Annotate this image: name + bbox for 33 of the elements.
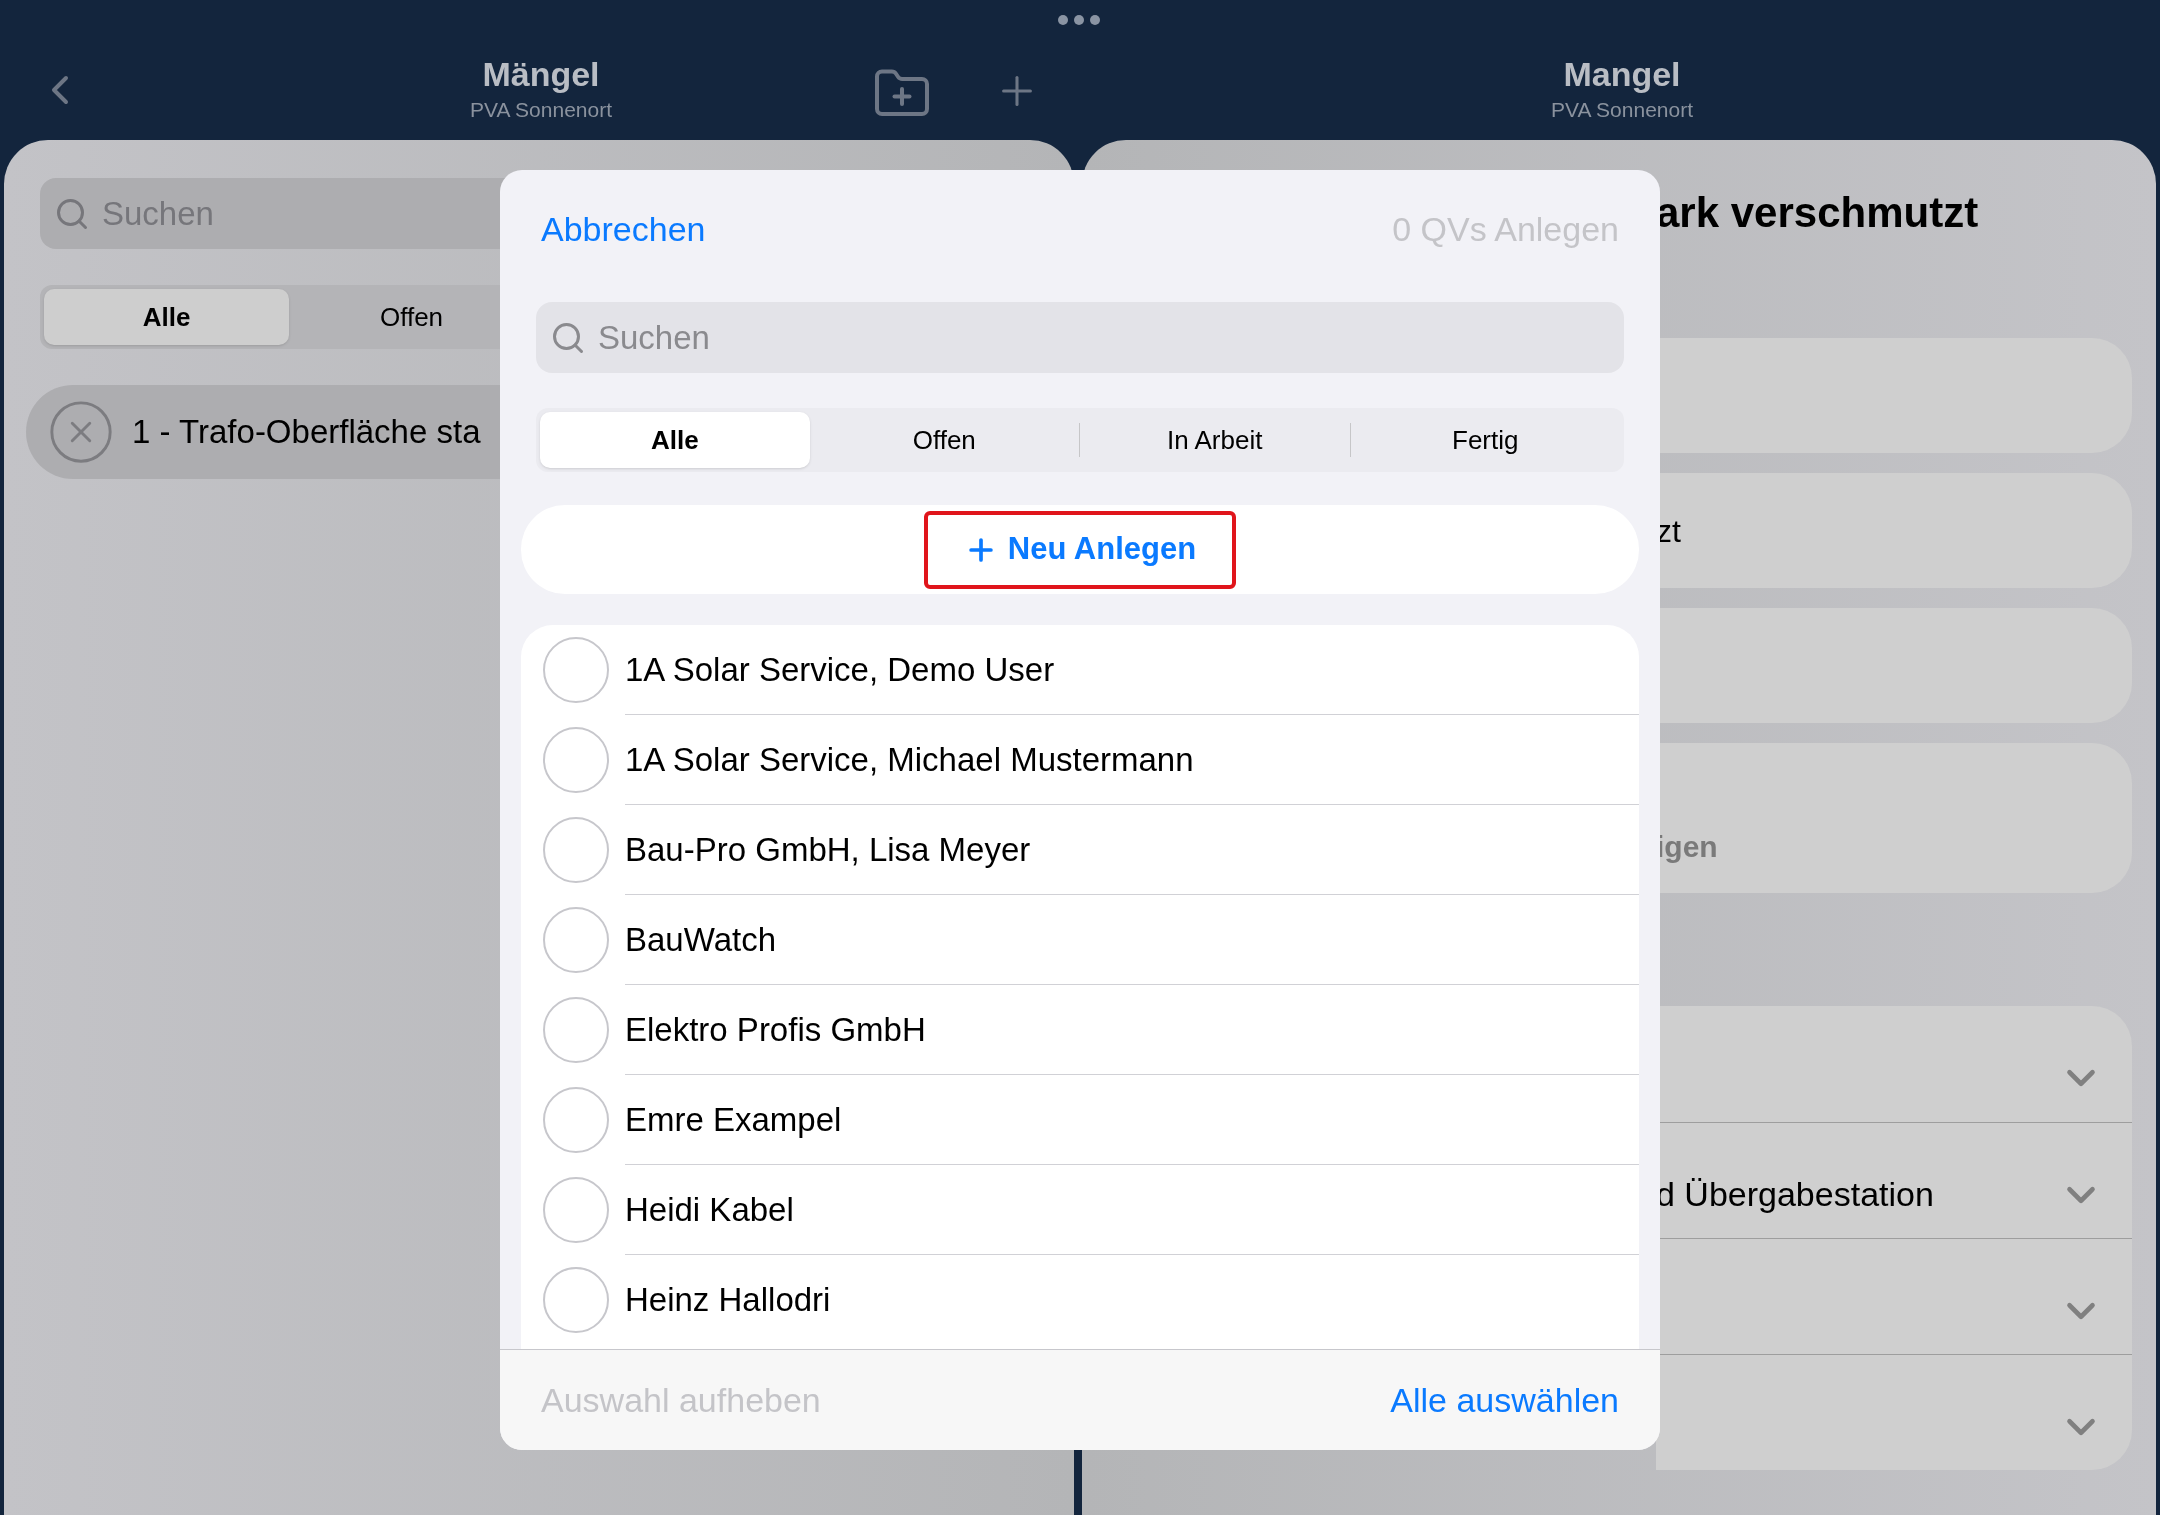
contact-row[interactable]: Emre Exampel	[521, 1075, 1639, 1165]
filter-tab[interactable]: In Arbeit	[1080, 412, 1350, 468]
filter-tab[interactable]: Offen	[809, 412, 1079, 468]
filter-tab[interactable]: Fertig	[1350, 412, 1620, 468]
contact-name: Bau-Pro GmbH, Lisa Meyer	[625, 829, 1031, 870]
contact-row[interactable]: Heidi Kabel	[521, 1165, 1639, 1255]
nav-subtitle: PVA Sonnenort	[1550, 97, 1694, 123]
nav-title: Mängel	[482, 54, 600, 94]
item-title: 1 - Trafo-Oberfläche sta	[132, 412, 481, 453]
contact-name: 1A Solar Service, Michael Mustermann	[625, 739, 1194, 780]
filter-tab[interactable]: Alle	[540, 412, 810, 468]
more-icon[interactable]	[1057, 14, 1101, 26]
contact-name: Heidi Kabel	[625, 1189, 794, 1230]
contact-row[interactable]: BauWatch	[521, 895, 1639, 985]
cancel-button[interactable]: Abbrechen	[541, 203, 706, 255]
contact-name: 1A Solar Service, Demo User	[625, 649, 1055, 690]
new-button[interactable]: Neu Anlegen	[924, 510, 1236, 589]
filter-tab[interactable]: Alle	[44, 289, 289, 345]
contact-row[interactable]: Bau-Pro GmbH, Lisa Meyer	[521, 805, 1639, 895]
contact-row[interactable]: Elektro Profis GmbH	[521, 985, 1639, 1075]
search-placeholder: Suchen	[598, 317, 710, 358]
contact-row[interactable]: 1A Solar Service, Demo User	[521, 625, 1639, 715]
contact-name: BauWatch	[625, 919, 776, 960]
nav-title: Mangel	[1563, 54, 1681, 94]
contact-row[interactable]: Heinz Hallodri	[521, 1255, 1639, 1345]
detail-title: ark verschmutzt	[1656, 188, 1980, 238]
select-all-button[interactable]: Alle auswählen	[1390, 1374, 1619, 1426]
filter-tab[interactable]: Offen	[289, 289, 534, 345]
contact-name: Heinz Hallodri	[625, 1280, 831, 1321]
nav-subtitle: PVA Sonnenort	[469, 97, 613, 123]
contact-name: Elektro Profis GmbH	[625, 1009, 926, 1050]
contact-row[interactable]: 1A Solar Service, Michael Mustermann	[521, 715, 1639, 805]
contact-name: Emre Exampel	[625, 1099, 842, 1140]
